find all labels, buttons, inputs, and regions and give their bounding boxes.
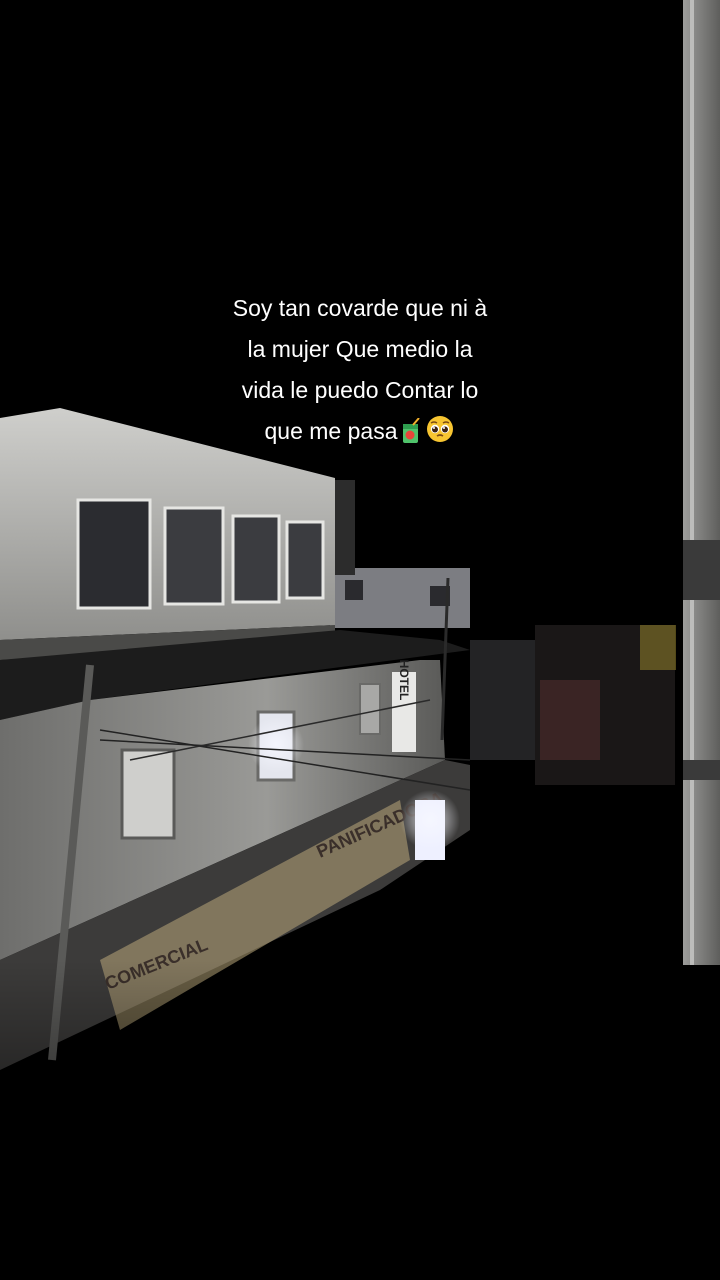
hotel-sign: HOTEL [397,660,411,701]
right-pillar [683,0,720,965]
pleading-face-icon [425,414,455,457]
night-street-photo: HOTEL PANIFICADORA COMERCIAL [0,0,720,1280]
caption-line: vida le puedo Contar lo [241,377,479,403]
caption-line-last: que me pasa [160,411,560,457]
caption-line-text: que me pasa [264,418,398,444]
caption-line: Soy tan covarde que ni à [232,295,488,321]
caption-text: Soy tan covarde que ni à la mujer Que me… [160,288,560,457]
caption-line: la mujer Que medio la [247,336,473,362]
juice-box-icon [399,416,423,457]
